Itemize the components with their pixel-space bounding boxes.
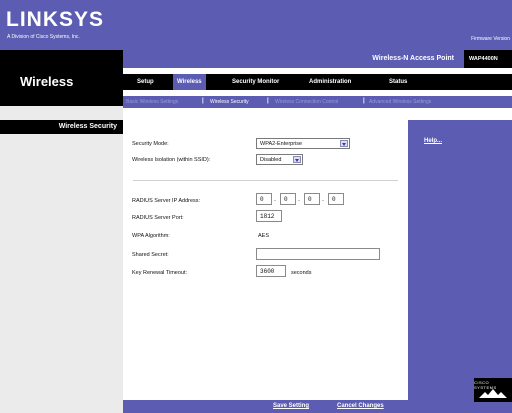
key-renewal-unit: seconds (291, 270, 312, 276)
logo-subtitle: A Division of Cisco Systems, Inc. (7, 34, 80, 40)
shared-secret-label: Shared Secret: (132, 252, 169, 258)
subtab-bar: Basic Wireless Settings | Wireless Secur… (123, 96, 512, 108)
ip-dot: . (274, 196, 276, 203)
security-mode-select[interactable]: WPA2-Enterprise (256, 138, 350, 149)
tab-status[interactable]: Status (389, 74, 407, 90)
cisco-logo-text: CISCO SYSTEMS (474, 380, 497, 390)
product-name: Wireless-N Access Point (372, 55, 454, 62)
linksys-logo: LINKSYS (6, 8, 105, 31)
subtab-separator: | (202, 98, 204, 104)
wpa-algorithm-label: WPA Algorithm: (132, 233, 170, 239)
security-mode-label: Security Mode: (132, 141, 169, 147)
radius-ip-octet-2[interactable]: 0 (280, 193, 296, 205)
radius-port-input[interactable]: 1812 (256, 210, 282, 222)
subtab-connection-control[interactable]: Wireless Connection Control (275, 99, 338, 105)
tab-wireless[interactable]: Wireless (173, 74, 206, 90)
subtab-advanced-wireless[interactable]: Advanced Wireless Settings (369, 99, 431, 105)
subtab-basic-wireless[interactable]: Basic Wireless Settings (126, 99, 178, 105)
section-subtitle: Wireless Security (0, 120, 123, 134)
ip-dot: . (298, 196, 300, 203)
product-bar: Wireless-N Access Point WAP4400N (123, 50, 512, 68)
isolation-select[interactable]: Disabled (256, 154, 303, 165)
save-settings-button[interactable]: Save Setting (273, 403, 309, 409)
wpa-algorithm-value: AES (258, 233, 270, 239)
radius-ip-octet-3[interactable]: 0 (304, 193, 320, 205)
tab-setup[interactable]: Setup (137, 74, 154, 90)
main-tab-bar: Setup Wireless Security Monitor Administ… (123, 74, 512, 90)
radius-ip-octet-1[interactable]: 0 (256, 193, 272, 205)
tab-security-monitor[interactable]: Security Monitor (232, 74, 279, 90)
ip-dot: . (322, 196, 324, 203)
section-title: Wireless (0, 50, 123, 106)
help-panel (408, 120, 512, 413)
key-renewal-label: Key Renewal Timeout: (132, 270, 188, 276)
form-divider (133, 180, 398, 181)
subtab-separator: | (267, 98, 269, 104)
radius-ip-label: RADIUS Server IP Address: (132, 198, 201, 204)
header-bar: LINKSYS A Division of Cisco Systems, Inc… (0, 0, 512, 50)
subtab-wireless-security[interactable]: Wireless Security (210, 99, 249, 105)
cancel-changes-button[interactable]: Cancel Changes (337, 403, 384, 409)
tab-administration[interactable]: Administration (309, 74, 351, 90)
isolation-label: Wireless Isolation (within SSID): (132, 157, 211, 163)
model-number: WAP4400N (464, 50, 512, 68)
chevron-down-icon (340, 140, 348, 147)
subtab-separator: | (363, 98, 365, 104)
shared-secret-input[interactable] (256, 248, 380, 260)
firmware-version: Firmware Version (471, 36, 510, 42)
security-mode-value: WPA2-Enterprise (260, 141, 303, 147)
key-renewal-input[interactable]: 3600 (256, 265, 286, 277)
help-link[interactable]: Help... (424, 138, 442, 144)
radius-port-label: RADIUS Server Port: (132, 215, 184, 221)
radius-ip-octet-4[interactable]: 0 (328, 193, 344, 205)
chevron-down-icon (293, 156, 301, 163)
isolation-value: Disabled (260, 157, 282, 163)
